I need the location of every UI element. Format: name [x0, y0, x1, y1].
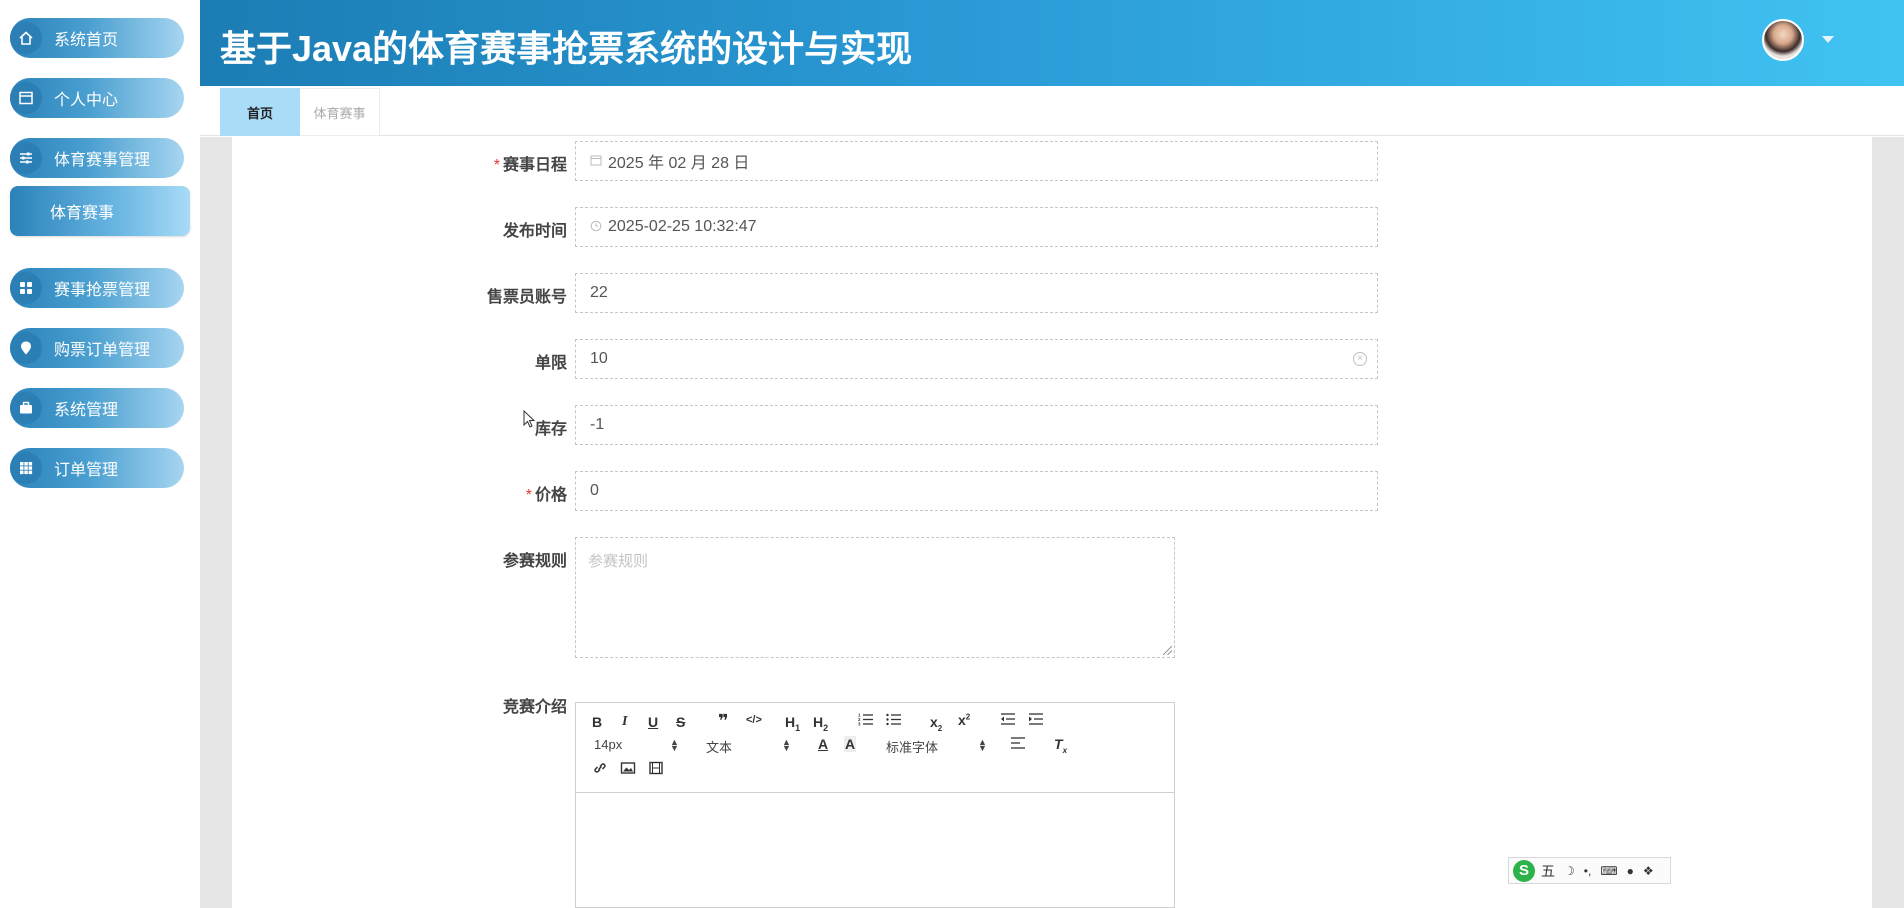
select-arrows-icon: ▲ ▼ — [978, 737, 987, 753]
sidebar-item-label: 订单管理 — [54, 462, 119, 479]
sidebar-item-label: 购票订单管理 — [54, 342, 151, 359]
field-label-publish-time: 发布时间 — [502, 223, 567, 240]
heading-2-icon[interactable]: H2 — [813, 714, 828, 733]
publish-time-value: 2025-02-25 10:32:47 — [608, 218, 757, 235]
home-icon — [10, 22, 42, 54]
video-icon[interactable] — [648, 761, 664, 778]
top-header: 基于Java的体育赛事抢票系统的设计与实现 — [200, 0, 1904, 86]
clock-icon — [590, 220, 602, 235]
heading-1-icon[interactable]: H1 — [785, 714, 800, 733]
rich-text-editor: B I U S ❞ </> H1 H2 123 x2 x2 14px ▲ ▼ 文… — [575, 702, 1175, 908]
link-icon[interactable] — [592, 761, 608, 778]
sidebar-item-label: 体育赛事管理 — [54, 152, 151, 169]
calendar-icon — [590, 154, 602, 169]
schedule-value: 2025 年 02 月 28 日 — [608, 155, 750, 172]
image-icon[interactable] — [620, 761, 636, 778]
field-label-rules: 参赛规则 — [502, 553, 567, 570]
sidebar-item-label: 系统首页 — [54, 32, 119, 49]
sidebar-item-ticket-grab-management[interactable]: 赛事抢票管理 — [10, 268, 184, 308]
location-pin-icon — [10, 332, 42, 364]
resize-handle-icon[interactable] — [1163, 646, 1172, 655]
ime-toolbar[interactable]: S 五 ☽ •, ⌨ ● ❖ — [1508, 857, 1671, 884]
strikethrough-icon[interactable]: S — [676, 714, 685, 730]
rules-textarea[interactable]: 参赛规则 — [575, 537, 1175, 658]
sidebar-item-label: 系统管理 — [54, 402, 119, 419]
input-mode-label[interactable]: 五 — [1541, 861, 1555, 881]
price-value: 0 — [590, 482, 599, 499]
background-color-icon[interactable]: A — [844, 736, 857, 752]
apps-grid-icon — [10, 452, 42, 484]
select-arrows-icon: ▲ ▼ — [782, 737, 791, 753]
editor-content-area[interactable] — [576, 794, 1174, 907]
user-icon[interactable]: ● — [1627, 864, 1634, 878]
block-format-select[interactable]: 文本 ▲ ▼ — [706, 737, 791, 756]
superscript-icon[interactable]: x2 — [958, 712, 970, 728]
keyboard-icon[interactable]: ⌨ — [1600, 864, 1617, 878]
ordered-list-icon[interactable]: 123 — [858, 712, 874, 729]
price-input[interactable]: 0 — [575, 471, 1378, 511]
field-label-stock: 库存 — [534, 421, 567, 438]
font-color-icon[interactable]: A — [818, 736, 828, 752]
sidebar-item-order-management[interactable]: 订单管理 — [10, 448, 184, 488]
bold-icon[interactable]: B — [592, 714, 602, 730]
field-label-schedule: * 赛事日程 — [493, 157, 567, 174]
select-arrows-icon: ▲ ▼ — [670, 737, 679, 753]
limit-input[interactable]: 10 × — [575, 339, 1378, 379]
sliders-icon — [10, 142, 42, 174]
sidebar-subitem-label: 体育赛事 — [50, 205, 115, 222]
editor-toolbar: B I U S ❞ </> H1 H2 123 x2 x2 14px ▲ ▼ 文… — [576, 703, 1174, 793]
clear-format-icon[interactable]: Tx — [1054, 736, 1067, 755]
app-title: 基于Java的体育赛事抢票系统的设计与实现 — [220, 28, 913, 69]
user-avatar[interactable] — [1762, 19, 1804, 61]
sidebar-item-sports-event-management[interactable]: 体育赛事管理 — [10, 138, 184, 178]
code-block-icon[interactable]: </> — [746, 714, 762, 726]
briefcase-icon — [10, 392, 42, 424]
field-label-limit: 单限 — [534, 355, 567, 372]
indent-icon[interactable] — [1028, 712, 1044, 729]
field-label-price: * 价格 — [525, 487, 567, 504]
publish-time-picker[interactable]: 2025-02-25 10:32:47 — [575, 207, 1378, 247]
moon-icon[interactable]: ☽ — [1564, 864, 1575, 878]
sidebar-item-system-management[interactable]: 系统管理 — [10, 388, 184, 428]
stock-input[interactable]: -1 — [575, 405, 1378, 445]
sidebar-item-profile[interactable]: 个人中心 — [10, 78, 184, 118]
sidebar-item-home[interactable]: 系统首页 — [10, 18, 184, 58]
subscript-icon[interactable]: x2 — [930, 714, 942, 733]
chevron-down-icon[interactable] — [1822, 36, 1834, 43]
mouse-cursor-icon — [523, 410, 536, 428]
tab-sports-event[interactable]: 体育赛事 — [300, 88, 380, 136]
outdent-icon[interactable] — [1000, 712, 1016, 729]
sidebar-item-label: 个人中心 — [54, 92, 119, 109]
sidebar-subitem-sports-event[interactable]: 体育赛事 — [10, 186, 190, 236]
clear-icon[interactable]: × — [1353, 352, 1367, 366]
sidebar-item-purchase-order-management[interactable]: 购票订单管理 — [10, 328, 184, 368]
field-label-seller-account: 售票员账号 — [486, 289, 567, 306]
grid-four-icon — [10, 272, 42, 304]
italic-icon[interactable]: I — [622, 714, 627, 730]
toolbox-icon[interactable]: ❖ — [1643, 864, 1654, 878]
limit-value: 10 — [590, 350, 608, 367]
blockquote-icon[interactable]: ❞ — [718, 711, 729, 732]
tab-home[interactable]: 首页 — [220, 88, 300, 136]
punctuation-icon[interactable]: •, — [1584, 864, 1592, 878]
profile-card-icon — [10, 82, 42, 114]
align-left-icon[interactable] — [1010, 736, 1026, 753]
sidebar-item-label: 赛事抢票管理 — [54, 282, 151, 299]
required-mark: * — [525, 487, 532, 504]
schedule-date-picker[interactable]: 2025 年 02 月 28 日 — [575, 141, 1378, 181]
underline-icon[interactable]: U — [648, 714, 658, 730]
bullet-list-icon[interactable] — [886, 712, 902, 729]
field-label-intro: 竞赛介绍 — [502, 699, 567, 716]
svg-text:3: 3 — [858, 722, 861, 727]
font-family-select[interactable]: 标准字体 ▲ ▼ — [886, 737, 987, 756]
font-size-select[interactable]: 14px ▲ ▼ — [594, 737, 679, 753]
seller-account-value: 22 — [590, 284, 608, 301]
stock-value: -1 — [590, 416, 605, 433]
sidebar: 系统首页 个人中心 体育赛事管理 体育赛事 赛事抢票管理 购票订单管理 系统管理 — [0, 0, 200, 908]
tab-bar: 首页 体育赛事 — [200, 86, 1904, 136]
required-mark: * — [493, 157, 500, 174]
rules-placeholder: 参赛规则 — [588, 553, 649, 570]
seller-account-input[interactable]: 22 — [575, 273, 1378, 313]
sogou-logo-icon: S — [1513, 859, 1535, 882]
